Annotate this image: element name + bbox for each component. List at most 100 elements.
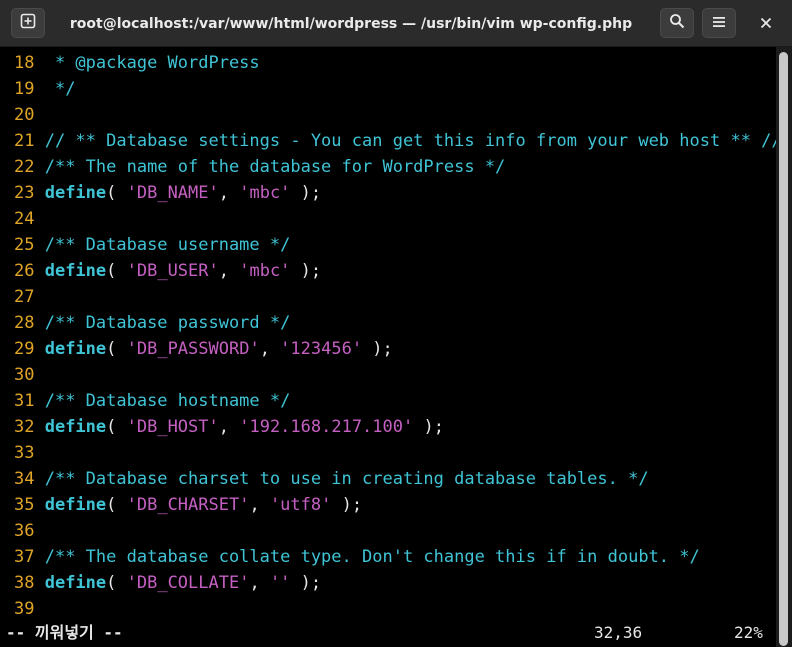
code-comment: * @package WordPress <box>44 53 260 73</box>
code-line[interactable]: 22 /** The name of the database for Word… <box>14 154 505 180</box>
code-text: ( <box>106 573 127 593</box>
title-bar: root@localhost:/var/www/html/wordpress —… <box>0 0 792 47</box>
code-text: ); <box>331 495 363 515</box>
code-line[interactable]: 33 <box>14 440 45 466</box>
code-keyword: define <box>44 339 107 359</box>
code-comment: /** Database hostname */ <box>44 391 291 411</box>
scrollbar[interactable] <box>776 47 792 647</box>
code-text: ( <box>106 417 127 437</box>
menu-button[interactable] <box>702 8 736 38</box>
code-string: '192.168.217.100' <box>239 417 414 437</box>
code-string: 'DB_USER' <box>126 261 219 281</box>
hamburger-menu-icon <box>712 14 726 33</box>
scrollbar-thumb[interactable] <box>779 52 788 646</box>
line-number: 36 <box>14 521 45 541</box>
code-string: 'DB_COLLATE' <box>126 573 250 593</box>
line-number: 27 <box>14 287 45 307</box>
code-line[interactable]: 26 define( 'DB_USER', 'mbc' ); <box>14 258 321 284</box>
code-string: 'DB_HOST' <box>126 417 219 437</box>
code-text: ( <box>106 495 127 515</box>
mode-indicator: -- 끼워넣기 -- <box>6 623 123 642</box>
code-text: , <box>249 573 270 593</box>
line-number: 38 <box>14 573 45 593</box>
code-line[interactable]: 39 <box>14 596 45 622</box>
terminal-area[interactable]: 18 * @package WordPress 19 */20 21 // ** … <box>0 47 782 647</box>
code-line[interactable]: 21 // ** Database settings - You can get… <box>14 128 782 154</box>
line-number: 25 <box>14 235 45 255</box>
code-text: , <box>218 417 240 437</box>
line-number: 20 <box>14 105 45 125</box>
line-number: 19 <box>14 79 45 99</box>
code-line[interactable]: 32 define( 'DB_HOST', '192.168.217.100' … <box>14 414 444 440</box>
line-number: 39 <box>14 599 45 619</box>
code-text: ); <box>362 339 393 359</box>
line-number: 37 <box>14 547 45 567</box>
window-title: root@localhost:/var/www/html/wordpress —… <box>69 15 633 32</box>
code-text: , <box>218 261 240 281</box>
code-comment: /** The database collate type. Don't cha… <box>44 547 700 567</box>
code-text: ); <box>290 573 322 593</box>
line-number: 34 <box>14 469 45 489</box>
code-comment: // ** Database settings - You can get th… <box>44 131 782 151</box>
code-string: 'DB_NAME' <box>126 183 219 203</box>
line-number: 32 <box>14 417 45 437</box>
close-icon <box>760 14 772 33</box>
line-number: 18 <box>14 53 45 73</box>
code-text: ( <box>106 261 127 281</box>
code-line[interactable]: 25 /** Database username */ <box>14 232 290 258</box>
code-line[interactable]: 35 define( 'DB_CHARSET', 'utf8' ); <box>14 492 362 518</box>
code-keyword: define <box>44 417 107 437</box>
code-string: 'mbc' <box>239 261 291 281</box>
code-keyword: define <box>44 495 107 515</box>
code-string: 'DB_CHARSET' <box>126 495 250 515</box>
code-line[interactable]: 20 <box>14 102 45 128</box>
code-comment: /** Database charset to use in creating … <box>44 469 649 489</box>
code-line[interactable]: 28 /** Database password */ <box>14 310 290 336</box>
scroll-percent: 22% <box>734 623 763 642</box>
line-number: 23 <box>14 183 45 203</box>
code-text: , <box>259 339 281 359</box>
code-keyword: define <box>44 573 107 593</box>
new-tab-button[interactable] <box>11 8 45 38</box>
line-number: 29 <box>14 339 45 359</box>
code-line[interactable]: 31 /** Database hostname */ <box>14 388 290 414</box>
code-line[interactable]: 38 define( 'DB_COLLATE', '' ); <box>14 570 321 596</box>
vim-status-line: -- 끼워넣기 -- 32,36 22% <box>0 620 776 646</box>
code-line[interactable]: 23 define( 'DB_NAME', 'mbc' ); <box>14 180 321 206</box>
code-line[interactable]: 29 define( 'DB_PASSWORD', '123456' ); <box>14 336 393 362</box>
code-text: , <box>249 495 270 515</box>
code-line[interactable]: 19 */ <box>14 76 75 102</box>
code-string: '123456' <box>280 339 363 359</box>
search-icon <box>669 13 685 33</box>
close-button[interactable] <box>750 8 782 38</box>
code-text: ( <box>106 183 127 203</box>
code-keyword: define <box>44 183 107 203</box>
code-comment: /** Database username */ <box>44 235 291 255</box>
code-line[interactable]: 37 /** The database collate type. Don't … <box>14 544 700 570</box>
code-string: '' <box>269 573 291 593</box>
code-comment: /** Database password */ <box>44 313 291 333</box>
search-button[interactable] <box>660 8 694 38</box>
code-string: 'utf8' <box>269 495 332 515</box>
line-number: 26 <box>14 261 45 281</box>
line-number: 24 <box>14 209 45 229</box>
code-comment: /** The name of the database for WordPre… <box>44 157 506 177</box>
code-string: 'DB_PASSWORD' <box>126 339 260 359</box>
code-text: ); <box>290 261 322 281</box>
code-line[interactable]: 27 <box>14 284 45 310</box>
code-string: 'mbc' <box>239 183 291 203</box>
line-number: 21 <box>14 131 45 151</box>
line-number: 33 <box>14 443 45 463</box>
code-comment: */ <box>44 79 76 99</box>
code-line[interactable]: 36 <box>14 518 45 544</box>
new-tab-icon <box>20 13 36 33</box>
code-text: ); <box>413 417 444 437</box>
line-number: 31 <box>14 391 45 411</box>
code-line[interactable]: 34 /** Database charset to use in creati… <box>14 466 649 492</box>
code-line[interactable]: 18 * @package WordPress <box>14 50 260 76</box>
code-line[interactable]: 30 <box>14 362 45 388</box>
line-number: 22 <box>14 157 45 177</box>
code-line[interactable]: 24 <box>14 206 45 232</box>
code-text: ); <box>290 183 322 203</box>
line-number: 35 <box>14 495 45 515</box>
